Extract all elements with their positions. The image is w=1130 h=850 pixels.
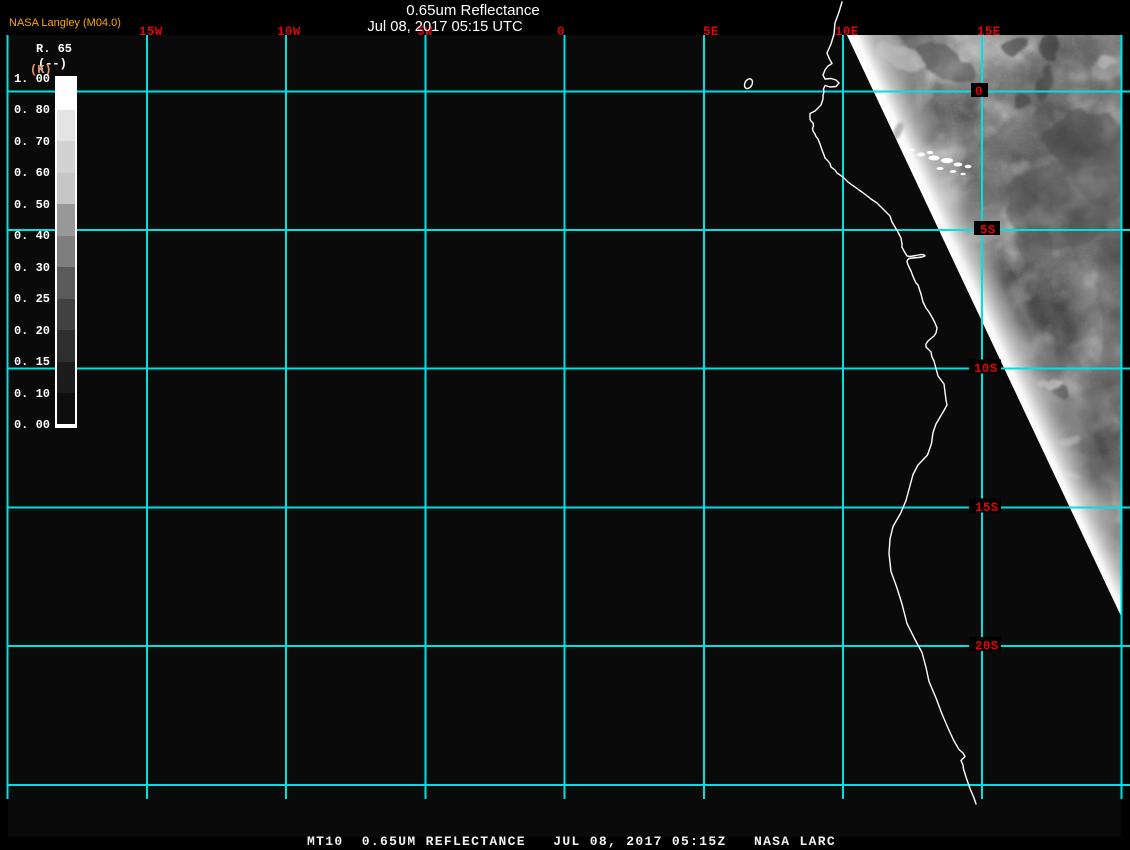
svg-text:15S: 15S — [975, 501, 999, 515]
svg-text:10S: 10S — [974, 362, 998, 376]
svg-text:0: 0 — [975, 85, 983, 99]
svg-text:5S: 5S — [980, 224, 996, 238]
svg-text:20S: 20S — [975, 640, 999, 654]
